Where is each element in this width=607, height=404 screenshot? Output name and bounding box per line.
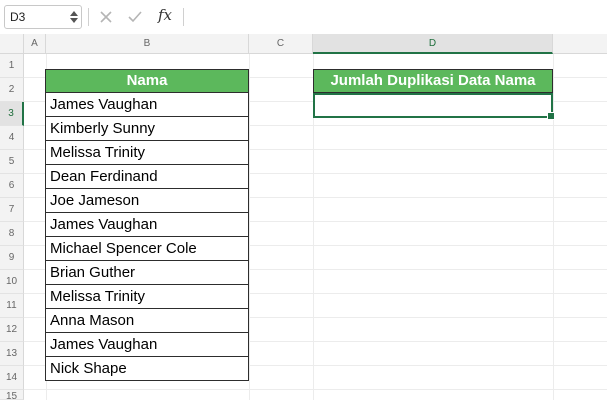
column-header-c[interactable]: C (249, 34, 313, 54)
gridline (553, 54, 554, 400)
row-header-3[interactable]: 3 (0, 102, 24, 126)
name-cell[interactable]: James Vaughan (45, 213, 249, 237)
name-cell[interactable]: Nick Shape (45, 357, 249, 381)
row-header-4[interactable]: 4 (0, 126, 24, 150)
name-cell[interactable]: Melissa Trinity (45, 141, 249, 165)
name-box-value: D3 (10, 10, 26, 24)
select-all-corner[interactable] (0, 34, 24, 54)
formula-bar-separator (88, 8, 89, 26)
name-cell[interactable]: Anna Mason (45, 309, 249, 333)
x-icon[interactable] (96, 7, 116, 27)
name-box[interactable]: D3 (4, 5, 82, 29)
name-cell[interactable]: Dean Ferdinand (45, 165, 249, 189)
formula-input[interactable] (188, 5, 602, 29)
name-box-dropdown-icon[interactable] (70, 9, 78, 25)
row-header-2[interactable]: 2 (0, 78, 24, 102)
name-cell[interactable]: Brian Guther (45, 261, 249, 285)
name-cell[interactable]: Michael Spencer Cole (45, 237, 249, 261)
check-icon[interactable] (125, 7, 145, 27)
row-header-6[interactable]: 6 (0, 174, 24, 198)
name-cell[interactable]: James Vaughan (45, 333, 249, 357)
row-header-7[interactable]: 7 (0, 198, 24, 222)
column-header-e[interactable] (553, 34, 607, 54)
row-header-14[interactable]: 14 (0, 366, 24, 390)
row-header-10[interactable]: 10 (0, 270, 24, 294)
row-header-12[interactable]: 12 (0, 318, 24, 342)
result-cell-d3[interactable] (313, 93, 555, 120)
formula-bar: D3 fx (0, 0, 607, 35)
row-header-5[interactable]: 5 (0, 150, 24, 174)
name-cell[interactable]: Melissa Trinity (45, 285, 249, 309)
formula-input-separator (183, 8, 184, 26)
gridline (24, 389, 607, 390)
row-header-8[interactable]: 8 (0, 222, 24, 246)
names-header-cell[interactable]: Nama (45, 69, 249, 93)
column-header-b[interactable]: B (46, 34, 249, 54)
name-cell[interactable]: James Vaughan (45, 93, 249, 117)
column-header-d[interactable]: D (313, 34, 553, 54)
row-header-1[interactable]: 1 (0, 54, 24, 78)
name-cell[interactable]: Joe Jameson (45, 189, 249, 213)
result-header-cell[interactable]: Jumlah Duplikasi Data Nama (313, 69, 553, 93)
spreadsheet-grid: A B C D 1 2 3 4 5 6 7 8 9 10 11 12 13 14… (0, 34, 607, 402)
gridline (249, 54, 250, 400)
fill-handle[interactable] (547, 112, 555, 120)
row-header-13[interactable]: 13 (0, 342, 24, 366)
column-header-a[interactable]: A (24, 34, 46, 54)
name-cell[interactable]: Kimberly Sunny (45, 117, 249, 141)
row-header-9[interactable]: 9 (0, 246, 24, 270)
row-header-11[interactable]: 11 (0, 294, 24, 318)
row-header-15[interactable]: 15 (0, 390, 24, 402)
function-icon[interactable]: fx (158, 6, 172, 24)
